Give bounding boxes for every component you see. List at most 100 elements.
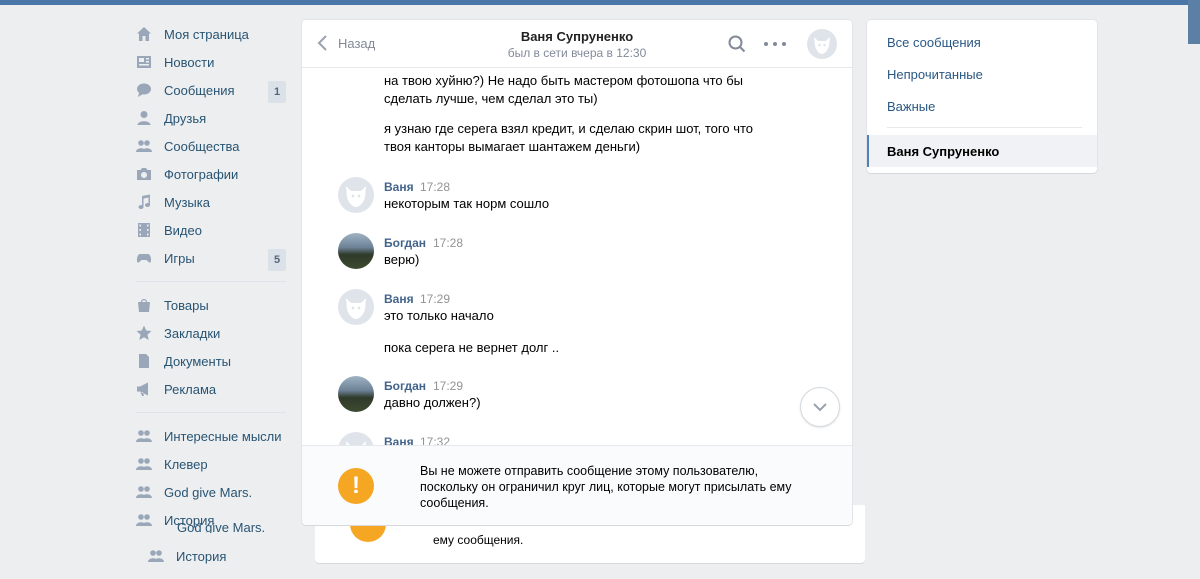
message-author[interactable]: Богдан — [384, 379, 426, 393]
scroll-to-bottom-button[interactable] — [800, 387, 840, 427]
dog-avatar-icon — [346, 298, 366, 319]
nav-label: Документы — [164, 353, 232, 369]
nav-item-video[interactable]: Видео — [130, 216, 290, 244]
message-text: пока серега не вернет долг .. — [384, 340, 560, 355]
more-options-icon[interactable] — [764, 34, 786, 54]
message-text: верю) — [384, 252, 420, 267]
ghost-notice-text: ему сообщения. — [433, 533, 524, 547]
sender-avatar[interactable] — [338, 376, 374, 412]
nav-divider — [136, 281, 286, 282]
message-author[interactable]: Ваня — [384, 435, 414, 445]
message-author[interactable]: Ваня — [384, 180, 414, 194]
chat-header: Назад Ваня Супруненко был в сети вчера в… — [302, 20, 852, 68]
games-icon — [136, 250, 152, 266]
sender-avatar[interactable] — [338, 432, 374, 445]
nav-label: Игры — [164, 250, 195, 266]
active-dialog-label: Ваня Супруненко — [887, 144, 1000, 159]
nav-divider — [136, 412, 286, 413]
group-icon — [136, 456, 152, 472]
active-dialog-item[interactable]: Ваня Супруненко — [867, 135, 1097, 167]
message-text: твоя канторы вымагает шантажем деньги) — [384, 139, 641, 154]
filters-divider — [887, 127, 1082, 128]
message-author[interactable]: Ваня — [384, 292, 414, 306]
nav-label: Интересные мысли — [164, 428, 282, 444]
warning-icon: ! — [338, 468, 374, 504]
nav-label: Закладки — [164, 325, 221, 341]
left-navigation: Моя страница Новости Сообщения 1 Друзья … — [130, 20, 290, 534]
sender-avatar[interactable] — [338, 177, 374, 213]
messages-count-badge: 1 — [268, 81, 286, 103]
notice-text: Вы не можете отправить сообщение этому п… — [420, 464, 792, 510]
nav-label: Видео — [164, 222, 202, 238]
nav-item-games[interactable]: Игры 5 — [130, 244, 290, 272]
message-time: 17:32 — [420, 435, 451, 445]
chat-panel: Назад Ваня Супруненко был в сети вчера в… — [302, 20, 852, 525]
ghost-nav-label: История — [176, 548, 227, 564]
messages-icon — [136, 82, 152, 98]
nav-label: Клевер — [164, 456, 208, 472]
star-icon — [136, 325, 152, 341]
sender-avatar[interactable] — [338, 233, 374, 269]
nav-item-photos[interactable]: Фотографии — [130, 160, 290, 188]
nav-item-group-god-give-mars[interactable]: God give Mars. — [130, 478, 290, 506]
nav-label: Фотографии — [164, 166, 239, 182]
nav-item-bookmarks[interactable]: Закладки — [130, 319, 290, 347]
friends-icon — [136, 110, 152, 126]
nav-label: Сообщества — [164, 138, 240, 154]
message-text: сделать лучше, чем сделал это ты) — [384, 91, 598, 106]
filter-unread[interactable]: Непрочитанные — [887, 67, 983, 82]
dog-avatar-icon — [346, 441, 366, 445]
nav-label: Сообщения — [164, 82, 235, 98]
message-text: я узнаю где серега взял кредит, и сделаю… — [384, 121, 754, 136]
message-text: это только начало — [384, 308, 494, 323]
nav-label: Новости — [164, 54, 215, 70]
sender-avatar[interactable] — [338, 289, 374, 325]
nav-item-communities[interactable]: Сообщества — [130, 132, 290, 160]
group-icon — [136, 484, 152, 500]
news-icon — [136, 54, 152, 70]
message-time: 17:28 — [433, 236, 464, 250]
ghost-nav-item-history: История — [148, 548, 226, 564]
group-icon — [136, 428, 152, 444]
nav-item-news[interactable]: Новости — [130, 48, 290, 76]
filter-all-messages[interactable]: Все сообщения — [887, 35, 981, 50]
message-text: на твою хуйню?) Не надо быть мастером фо… — [384, 73, 744, 88]
dog-avatar-icon — [346, 186, 366, 207]
document-icon — [136, 353, 152, 369]
message-time: 17:28 — [420, 180, 451, 194]
filter-important[interactable]: Важные — [887, 99, 935, 114]
message-text: некоторым так норм сошло — [384, 196, 550, 211]
nav-label: Реклама — [164, 381, 217, 397]
nav-label: Моя страница — [164, 26, 249, 42]
nav-item-my-page[interactable]: Моя страница — [130, 20, 290, 48]
nav-item-documents[interactable]: Документы — [130, 347, 290, 375]
nav-item-music[interactable]: Музыка — [130, 188, 290, 216]
nav-item-friends[interactable]: Друзья — [130, 104, 290, 132]
nav-label: God give Mars. — [164, 484, 253, 500]
message-time: 17:29 — [433, 379, 464, 393]
dog-avatar-icon — [814, 37, 830, 54]
contact-avatar[interactable] — [807, 29, 837, 59]
nav-item-group-interesting-thoughts[interactable]: Интересные мысли — [130, 422, 290, 450]
chevron-down-icon — [813, 403, 827, 412]
camera-icon — [136, 166, 152, 182]
music-icon — [136, 194, 152, 210]
search-icon[interactable] — [728, 35, 746, 53]
message-filters-panel: Все сообщения Непрочитанные Важные Ваня … — [867, 20, 1097, 173]
message-text: давно должен?) — [384, 395, 481, 410]
message-time: 17:29 — [420, 292, 451, 306]
nav-item-goods[interactable]: Товары — [130, 291, 290, 319]
games-count-badge: 5 — [268, 249, 286, 271]
group-icon — [136, 512, 152, 528]
nav-label: Друзья — [164, 110, 207, 126]
page-scrollbar-thumb[interactable] — [1188, 0, 1200, 44]
top-brand-bar — [0, 0, 1200, 5]
bag-icon — [136, 297, 152, 313]
video-icon — [136, 222, 152, 238]
nav-label: Товары — [164, 297, 209, 313]
nav-item-messages[interactable]: Сообщения 1 — [130, 76, 290, 104]
nav-item-ads[interactable]: Реклама — [130, 375, 290, 403]
message-author[interactable]: Богдан — [384, 236, 426, 250]
message-history[interactable]: на твою хуйню?) Не надо быть мастером фо… — [302, 68, 852, 445]
nav-item-group-klever[interactable]: Клевер — [130, 450, 290, 478]
